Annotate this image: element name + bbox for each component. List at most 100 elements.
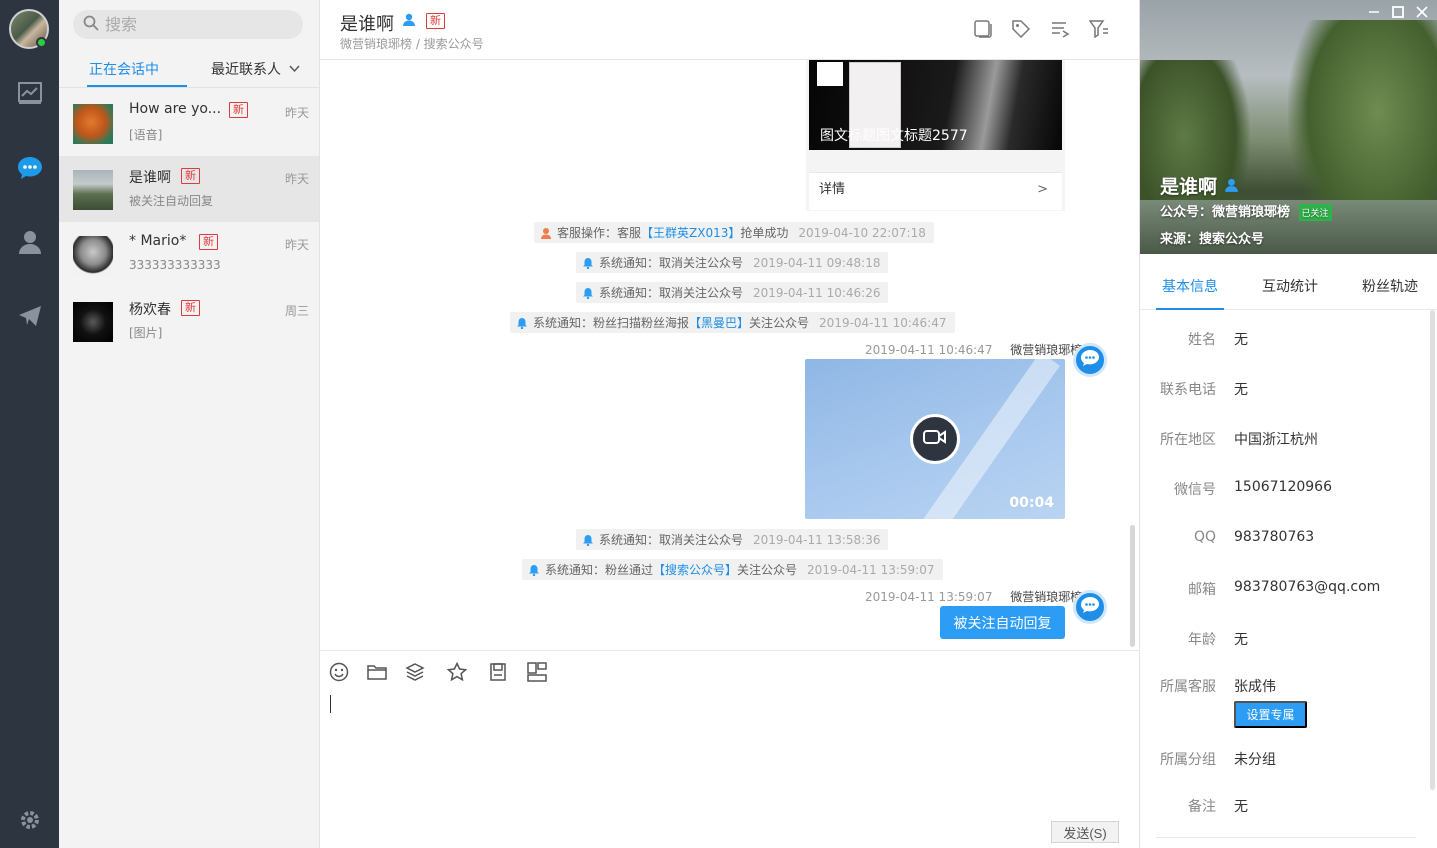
message-time: 2019-04-11 10:46:47 bbox=[865, 343, 993, 357]
folder-icon[interactable] bbox=[366, 661, 388, 683]
conversation-item[interactable]: 是谁啊 新 被关注自动回复 昨天 bbox=[59, 156, 319, 222]
field-value-age: 无 bbox=[1234, 632, 1248, 648]
system-message: 系统通知：粉丝扫描粉丝海报 【黑曼巴】 关注公众号 2019-04-11 10:… bbox=[510, 312, 955, 333]
send-button[interactable]: 发送(S) bbox=[1051, 821, 1119, 843]
system-message-highlight[interactable]: 【黑曼巴】 bbox=[689, 314, 749, 331]
tag-icon[interactable] bbox=[1010, 18, 1032, 40]
system-message-highlight[interactable]: 【王群英ZX013】 bbox=[641, 224, 740, 241]
settings-nav-button[interactable] bbox=[0, 800, 59, 844]
tab-underline bbox=[87, 85, 187, 87]
profile-scrollbar[interactable] bbox=[1430, 310, 1435, 790]
field-value-phone: 无 bbox=[1234, 382, 1248, 398]
message-preview: [语音] bbox=[129, 128, 163, 142]
system-message-time: 2019-04-11 10:46:26 bbox=[753, 285, 881, 300]
chat-header: 是谁啊 新 微营销琅琊榜 / 搜索公众号 bbox=[320, 0, 1139, 60]
tab-active-sessions[interactable]: 正在会话中 bbox=[89, 59, 159, 79]
field-label-age: 年龄 bbox=[1188, 632, 1216, 648]
filter-icon[interactable] bbox=[1088, 18, 1110, 40]
article-detail-link[interactable]: 详情 > bbox=[809, 172, 1062, 210]
system-message-text: 系统通知：取消关注公众号 bbox=[599, 286, 744, 300]
bell-icon bbox=[582, 534, 594, 546]
broadcast-nav-button[interactable] bbox=[0, 296, 59, 340]
brand-logo bbox=[817, 62, 843, 86]
system-message-time: 2019-04-11 09:48:18 bbox=[753, 255, 881, 270]
conversation-item[interactable]: * Mario* 新 333333333333 昨天 bbox=[59, 222, 319, 288]
tab-fan-trail[interactable]: 粉丝轨迹 bbox=[1362, 276, 1418, 296]
article-card[interactable]: 图文标题图文标题2577 详情 > bbox=[806, 60, 1065, 211]
field-value-group: 未分组 bbox=[1234, 752, 1276, 768]
transfer-icon[interactable] bbox=[1049, 18, 1071, 40]
message-time: 昨天 bbox=[284, 172, 309, 186]
system-message-text: 系统通知：取消关注公众号 bbox=[599, 533, 744, 547]
system-message: 系统通知：取消关注公众号 2019-04-11 09:48:18 bbox=[576, 252, 889, 273]
assign-agent-button[interactable]: 设置专属 bbox=[1234, 701, 1307, 728]
profile-source: 来源：搜索公众号 bbox=[1160, 232, 1265, 247]
bell-icon bbox=[582, 257, 594, 269]
conversation-item[interactable]: 杨欢春 新 [图片] 周三 bbox=[59, 288, 319, 354]
video-duration: 00:04 bbox=[1009, 495, 1054, 511]
field-label-wechat: 微信号 bbox=[1174, 482, 1216, 498]
stats-nav-button[interactable] bbox=[0, 73, 59, 117]
video-camera-icon bbox=[922, 427, 948, 451]
article-detail-label: 详情 bbox=[819, 182, 846, 197]
system-message-highlight[interactable]: 【搜索公众号】 bbox=[653, 561, 737, 578]
field-value-email: 983780763@qq.com bbox=[1234, 579, 1381, 595]
sender-account: 微营销琅琊榜 bbox=[1010, 590, 1083, 604]
field-value-name: 无 bbox=[1234, 332, 1248, 348]
new-badge: 新 bbox=[199, 234, 218, 250]
tab-basic-info[interactable]: 基本信息 bbox=[1162, 276, 1218, 296]
system-message-text: 系统通知：取消关注公众号 bbox=[599, 256, 744, 270]
tab-interaction-stats[interactable]: 互动统计 bbox=[1262, 276, 1318, 296]
close-icon[interactable] bbox=[1414, 4, 1430, 20]
copy-icon[interactable] bbox=[972, 18, 994, 40]
chart-icon bbox=[17, 81, 43, 109]
new-badge: 新 bbox=[426, 13, 445, 29]
contact-name: 杨欢春 bbox=[129, 302, 171, 318]
chat-panel: 是谁啊 新 微营销琅琊榜 / 搜索公众号 图文标题图文标题2577 详情 > 客… bbox=[320, 0, 1139, 848]
system-message-suffix: 关注公众号 bbox=[737, 563, 798, 577]
conversation-item[interactable]: How are yo... 新 [语音] 昨天 bbox=[59, 90, 319, 156]
profile-tabs: 基本信息 互动统计 粉丝轨迹 bbox=[1140, 262, 1437, 310]
bell-icon bbox=[582, 287, 594, 299]
search-box[interactable] bbox=[73, 10, 303, 39]
profile-name-text: 是谁啊 bbox=[1160, 176, 1218, 198]
field-label-group: 所属分组 bbox=[1160, 752, 1216, 768]
minimize-icon[interactable] bbox=[1366, 4, 1382, 20]
system-message: 系统通知：取消关注公众号 2019-04-11 13:58:36 bbox=[576, 529, 889, 550]
official-account-avatar bbox=[1073, 343, 1107, 377]
field-value-region: 中国浙江杭州 bbox=[1234, 432, 1318, 448]
save-icon[interactable] bbox=[487, 661, 509, 683]
contact-name: 是谁啊 bbox=[129, 170, 171, 186]
bell-icon bbox=[528, 564, 540, 576]
message-time: 2019-04-11 13:59:07 bbox=[865, 590, 993, 604]
video-message[interactable]: 00:04 bbox=[805, 359, 1065, 519]
send-icon bbox=[18, 305, 42, 331]
emoji-icon[interactable] bbox=[328, 661, 350, 683]
tab-underline bbox=[1156, 308, 1224, 310]
system-message-time: 2019-04-11 10:46:47 bbox=[819, 315, 947, 330]
message-composer: 发送(S) bbox=[320, 650, 1139, 848]
system-message: 系统通知：取消关注公众号 2019-04-11 10:46:26 bbox=[576, 282, 889, 303]
field-value-remark: 无 bbox=[1234, 799, 1248, 815]
field-value-qq: 983780763 bbox=[1234, 529, 1315, 545]
star-icon[interactable] bbox=[446, 661, 468, 683]
nav-rail bbox=[0, 0, 59, 848]
message-preview: [图片] bbox=[129, 326, 163, 340]
text-message-bubble[interactable]: 被关注自动回复 bbox=[940, 606, 1065, 639]
chat-scrollbar[interactable] bbox=[1130, 525, 1135, 647]
message-preview: 被关注自动回复 bbox=[129, 194, 214, 208]
search-input[interactable] bbox=[105, 15, 295, 34]
system-message: 系统通知：粉丝通过 【搜索公众号】 关注公众号 2019-04-11 13:59… bbox=[522, 559, 943, 580]
message-input-caret[interactable] bbox=[330, 695, 331, 713]
field-label-qq: QQ bbox=[1193, 529, 1216, 545]
template-icon[interactable] bbox=[526, 661, 548, 683]
system-message-suffix: 关注公众号 bbox=[749, 316, 810, 330]
tab-recent-contacts[interactable]: 最近联系人 bbox=[211, 59, 300, 79]
maximize-icon[interactable] bbox=[1390, 4, 1406, 20]
video-play-button[interactable] bbox=[910, 414, 960, 464]
layers-icon[interactable] bbox=[404, 661, 426, 683]
new-badge: 新 bbox=[229, 102, 248, 118]
contacts-nav-button[interactable] bbox=[0, 222, 59, 266]
article-title: 图文标题图文标题2577 bbox=[820, 128, 968, 144]
chat-nav-button[interactable] bbox=[0, 148, 59, 192]
